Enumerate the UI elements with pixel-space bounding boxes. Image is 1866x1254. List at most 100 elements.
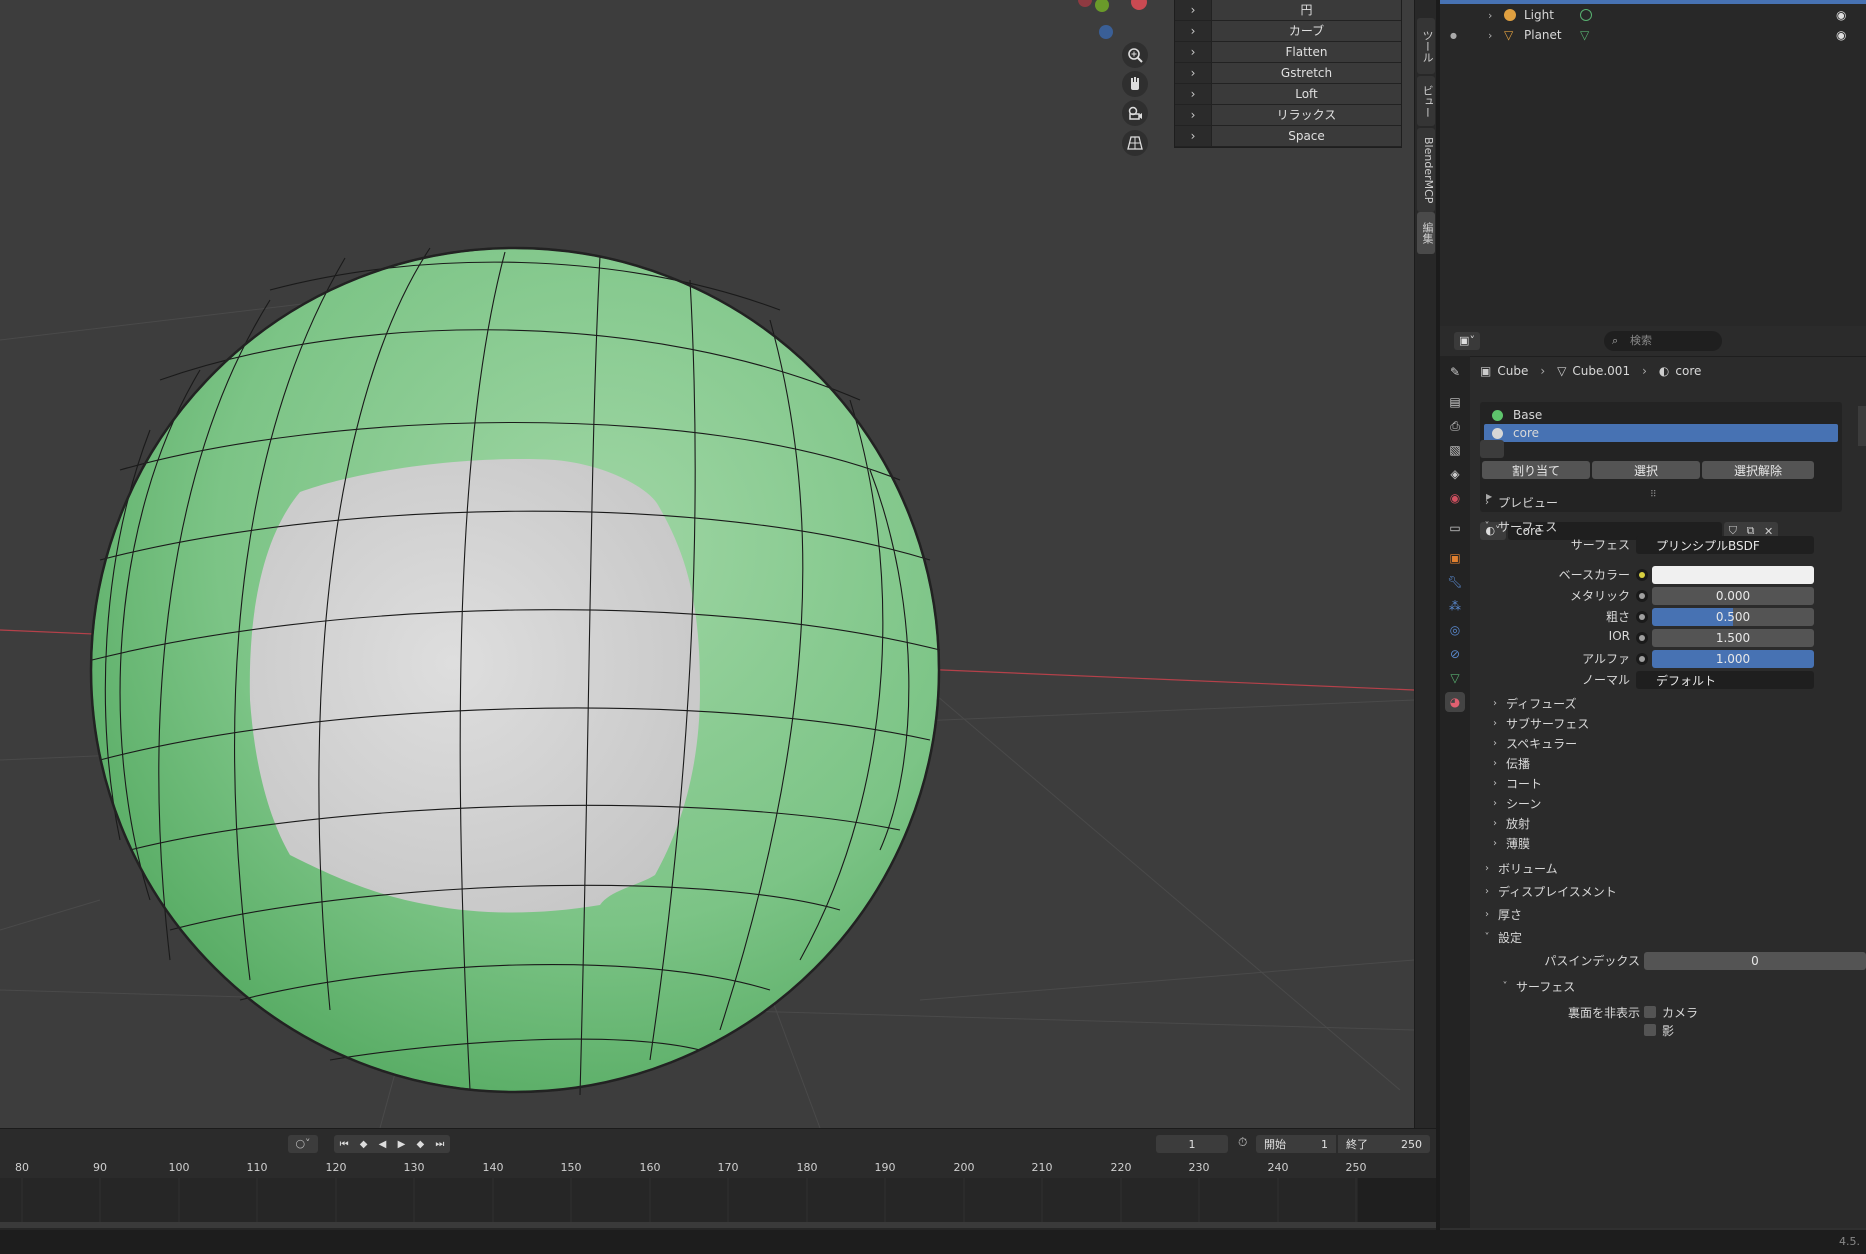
section-thickness[interactable]: › 厚さ <box>1480 904 1866 924</box>
orientation-gizmo[interactable] <box>1060 0 1160 50</box>
socket-dot-icon[interactable] <box>1636 611 1648 623</box>
normal-field[interactable]: デフォルト <box>1636 671 1814 689</box>
socket-dot-icon[interactable] <box>1636 590 1648 602</box>
material-tab-icon[interactable]: ◕ <box>1445 692 1465 712</box>
play-reverse-icon[interactable]: ◀ <box>379 1139 387 1150</box>
expand-arrow-icon[interactable]: › <box>1488 29 1492 42</box>
chevron-right-icon: › <box>1493 698 1497 709</box>
subsection-label: スペキュラー <box>1506 737 1578 751</box>
jump-start-icon[interactable]: ⏮ <box>340 1139 349 1150</box>
subsection-specular[interactable]: › スペキュラー <box>1488 735 1577 752</box>
eye-icon[interactable]: ◉ <box>1836 28 1846 42</box>
surface-shader-field[interactable]: プリンシプルBSDF <box>1636 536 1814 554</box>
prev-keyframe-icon[interactable]: ◆ <box>360 1139 368 1150</box>
specials-menu-item[interactable]: › Loft <box>1175 84 1401 105</box>
viewport-scene[interactable] <box>0 0 1414 1128</box>
slot-add-remove-buttons[interactable] <box>1858 406 1866 446</box>
end-frame-field[interactable]: 終了 250 <box>1338 1135 1430 1153</box>
checkbox-label: 影 <box>1662 1024 1675 1038</box>
camera-checkbox[interactable] <box>1644 1006 1656 1018</box>
material-browse-icon[interactable] <box>1480 440 1504 458</box>
search-input[interactable]: 検索 <box>1604 331 1722 351</box>
subsection-settings-surface[interactable]: ˅ サーフェス <box>1498 978 1576 995</box>
section-surface[interactable]: ˅ サーフェス <box>1480 516 1866 536</box>
scene-tab-icon[interactable]: ◈ <box>1445 464 1465 484</box>
particles-tab-icon[interactable]: ⁂ <box>1445 596 1465 616</box>
section-settings[interactable]: ˅ 設定 <box>1480 927 1866 947</box>
timeline-track-area[interactable] <box>0 1178 1436 1230</box>
specials-menu-item[interactable]: › Flatten <box>1175 42 1401 63</box>
n-panel-tabs: ツール ビュー BlenderMCP 編集 <box>1414 0 1437 1128</box>
camera-icon[interactable] <box>1122 100 1148 126</box>
deselect-button[interactable]: 選択解除 <box>1702 461 1814 479</box>
constraints-tab-icon[interactable]: ⊘ <box>1445 644 1465 664</box>
modifier-tab-icon[interactable]: 🔧︎ <box>1445 572 1465 592</box>
assign-button[interactable]: 割り当て <box>1482 461 1590 479</box>
expand-arrow-icon[interactable]: › <box>1488 9 1492 22</box>
next-keyframe-icon[interactable]: ◆ <box>416 1139 424 1150</box>
material-slot-core[interactable]: core <box>1484 424 1838 442</box>
stopwatch-icon[interactable]: ⏱ <box>1238 1135 1247 1150</box>
mesh-data-icon[interactable]: ▽ <box>1580 28 1589 42</box>
socket-dot-icon[interactable] <box>1636 653 1648 665</box>
3d-viewport[interactable]: › 円 › カーブ › Flatten › Gstretch › Loft › リラックス … <box>0 0 1414 1128</box>
roughness-field[interactable]: 0.500 <box>1652 608 1814 626</box>
object-tab-icon[interactable]: ▣ <box>1445 548 1465 568</box>
specials-menu-item[interactable]: › Space <box>1175 126 1401 147</box>
tab-edit[interactable]: 編集 <box>1417 212 1435 254</box>
subsection-diffuse[interactable]: › ディフューズ <box>1488 695 1577 712</box>
material-slot-base[interactable]: Base <box>1484 406 1838 424</box>
specials-menu-item[interactable]: › リラックス <box>1175 105 1401 126</box>
editor-type-icon[interactable]: ▣˅ <box>1454 332 1480 350</box>
specials-menu-item[interactable]: › Gstretch <box>1175 63 1401 84</box>
timeline-ruler[interactable]: 80 90 100 110 120 130 140 150 160 170 18… <box>0 1158 1436 1178</box>
subsection-coat[interactable]: › コート <box>1488 775 1542 792</box>
base-color-field[interactable] <box>1652 566 1814 584</box>
tool-tab-icon[interactable]: ✎ <box>1445 362 1465 382</box>
specials-menu-item[interactable]: › 円 <box>1175 0 1401 21</box>
section-label: サーフェス <box>1498 519 1558 534</box>
light-data-icon[interactable] <box>1580 9 1592 21</box>
view-layer-tab-icon[interactable]: ▧ <box>1445 440 1465 460</box>
outliner-row-planet[interactable]: ● › ▽ Planet ▽ ◉ <box>1440 25 1866 45</box>
frame-tick-label: 240 <box>1267 1161 1289 1174</box>
current-frame-field[interactable]: 1 <box>1156 1135 1228 1153</box>
start-frame-field[interactable]: 開始 1 <box>1256 1135 1336 1153</box>
hand-pan-icon[interactable] <box>1122 71 1148 97</box>
jump-end-icon[interactable]: ⏭ <box>435 1139 444 1150</box>
physics-tab-icon[interactable]: ◎ <box>1445 620 1465 640</box>
specials-menu-item[interactable]: › カーブ <box>1175 21 1401 42</box>
ior-field[interactable]: 1.500 <box>1652 629 1814 647</box>
section-volume[interactable]: › ボリューム <box>1480 858 1866 878</box>
shadow-checkbox[interactable] <box>1644 1024 1656 1036</box>
socket-dot-icon[interactable] <box>1636 569 1648 581</box>
pass-index-field[interactable]: 0 <box>1644 952 1866 970</box>
subsection-subsurface[interactable]: › サブサーフェス <box>1488 715 1589 732</box>
collection-tab-icon[interactable]: ▭ <box>1445 518 1465 538</box>
data-tab-icon[interactable]: ▽ <box>1445 668 1465 688</box>
tab-blendermcp[interactable]: BlenderMCP <box>1417 128 1435 212</box>
socket-dot-icon[interactable] <box>1636 632 1648 644</box>
section-preview[interactable]: › プレビュー <box>1480 492 1866 512</box>
subsection-thin-film[interactable]: › 薄膜 <box>1488 835 1530 852</box>
tab-view[interactable]: ビュー <box>1417 76 1435 126</box>
chevron-right-icon: › <box>1175 63 1212 83</box>
grid-perspective-icon[interactable] <box>1122 130 1148 156</box>
subsection-sheen[interactable]: › シーン <box>1488 795 1541 812</box>
play-icon[interactable]: ▶ <box>398 1139 406 1150</box>
output-tab-icon[interactable]: ⎙ <box>1445 416 1465 436</box>
outliner-row-light[interactable]: › Light ◉ <box>1440 5 1866 25</box>
subsection-transmission[interactable]: › 伝播 <box>1488 755 1530 772</box>
keying-icon[interactable]: ○˅ <box>288 1135 318 1153</box>
render-tab-icon[interactable]: ▤ <box>1445 392 1465 412</box>
zoom-icon[interactable] <box>1122 42 1148 68</box>
select-button[interactable]: 選択 <box>1592 461 1700 479</box>
subsection-emission[interactable]: › 放射 <box>1488 815 1530 832</box>
alpha-field[interactable]: 1.000 <box>1652 650 1814 668</box>
section-displacement[interactable]: › ディスプレイスメント <box>1480 881 1866 901</box>
breadcrumb-item: Cube <box>1497 364 1529 378</box>
eye-icon[interactable]: ◉ <box>1836 8 1846 22</box>
world-tab-icon[interactable]: ◉ <box>1445 488 1465 508</box>
metallic-field[interactable]: 0.000 <box>1652 587 1814 605</box>
tab-tool[interactable]: ツール <box>1417 18 1435 74</box>
